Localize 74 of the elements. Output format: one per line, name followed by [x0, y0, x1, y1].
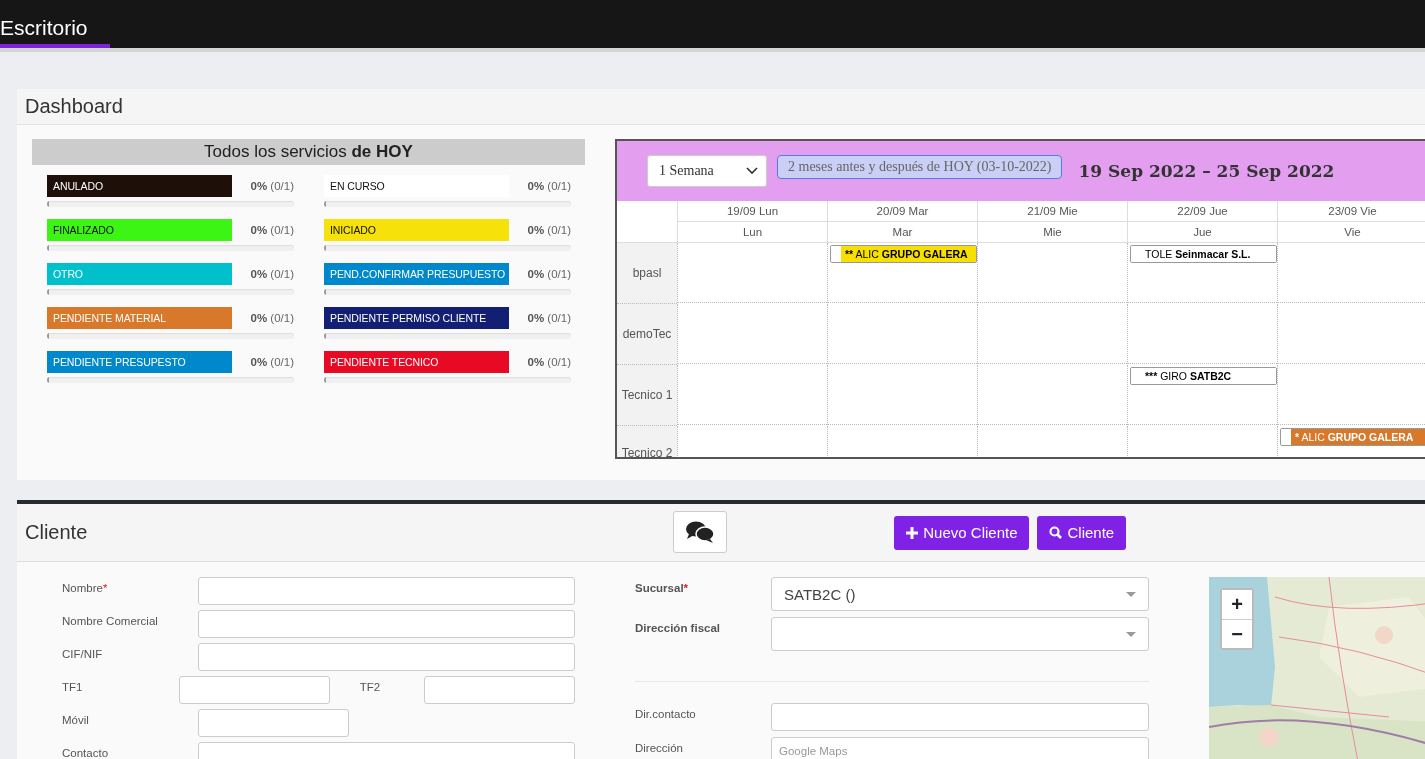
input-field[interactable]: [198, 577, 575, 605]
status-percent: 0% (0/1): [250, 268, 294, 280]
select-field[interactable]: SATB2C (): [771, 577, 1149, 611]
field-label: Dir.contacto: [635, 707, 697, 720]
day-header: 22/09 Jue: [1127, 201, 1277, 222]
field-label: Sucursal*: [635, 581, 690, 594]
status-percent: 0% (0/1): [527, 356, 571, 368]
resource-label: bpasl: [617, 243, 677, 304]
status-label: EN CURSO: [324, 175, 509, 197]
caret-icon: [746, 167, 758, 175]
input-field[interactable]: [178, 676, 330, 704]
panel-title: Dashboard: [25, 95, 123, 118]
plus-icon: [906, 526, 919, 539]
day-header: 19/09 Lun: [677, 201, 827, 222]
input-field[interactable]: [198, 709, 349, 737]
status-label: FINALIZADO: [47, 219, 232, 241]
resource-label: Tecnico 2: [617, 426, 677, 457]
day-header: 21/09 Mie: [977, 201, 1127, 222]
status-label: ANULADO: [47, 175, 232, 197]
weekday-header: Jue: [1127, 222, 1277, 243]
day-header: 23/09 Vie: [1277, 201, 1425, 222]
weekday-header: Lun: [677, 222, 827, 243]
input-field[interactable]: Google Maps: [771, 737, 1149, 759]
range-button[interactable]: 2 meses antes y después de HOY (03-10-2022): [777, 155, 1063, 179]
calendar-title: 19 Sep 2022 – 25 Sep 2022: [1078, 161, 1335, 181]
weekday-header: Vie: [1277, 222, 1425, 243]
day-header: 20/09 Mar: [827, 201, 977, 222]
status-label: PEND.CONFIRMAR PRESUPUESTO: [324, 263, 509, 285]
panel-title: Cliente: [25, 521, 88, 544]
search-client-button[interactable]: Cliente: [1037, 515, 1127, 550]
calendar-event[interactable]: *** GIRO SATB2C: [1130, 367, 1277, 385]
field-label: Móvil: [62, 713, 90, 726]
field-label: Contacto: [62, 746, 110, 759]
status-label: INICIADO: [324, 219, 509, 241]
weekday-header: Mie: [977, 222, 1127, 243]
status-percent: 0% (0/1): [250, 356, 294, 368]
field-label: Nombre Comercial: [62, 614, 159, 627]
status-percent: 0% (0/1): [527, 180, 571, 192]
search-icon: [1049, 526, 1063, 539]
caret-icon: [1126, 591, 1136, 597]
status-label: PENDIENTE PRESUPESTO: [47, 351, 232, 373]
status-label: PENDIENTE TECNICO: [324, 351, 509, 373]
status-percent: 0% (0/1): [250, 312, 294, 324]
select-field[interactable]: [771, 617, 1149, 651]
chat-button[interactable]: [673, 510, 728, 553]
weekday-header: Mar: [827, 222, 977, 243]
field-label: CIF/NIF: [62, 647, 104, 660]
field-label: TF2: [358, 680, 382, 693]
status-percent: 0% (0/1): [527, 224, 571, 236]
resource-label: Tecnico 1: [617, 365, 677, 426]
field-label: TF1: [62, 680, 84, 693]
services-header: Todos los servicios de HOY: [32, 139, 585, 165]
status-label: PENDIENTE PERMISO CLIENTE: [324, 307, 509, 329]
range-select[interactable]: 1 Semana: [647, 155, 767, 187]
calendar-event[interactable]: TOLE Seinmacar S.L.: [1130, 245, 1277, 263]
calendar-event[interactable]: ** ALIC GRUPO GALERA: [830, 245, 977, 263]
status-percent: 0% (0/1): [250, 180, 294, 192]
field-label: Nombre*: [62, 581, 109, 594]
status-label: OTRO: [47, 263, 232, 285]
status-percent: 0% (0/1): [527, 268, 571, 280]
new-client-button[interactable]: Nuevo Cliente: [894, 515, 1030, 550]
input-field[interactable]: [771, 703, 1149, 731]
zoom-out-button[interactable]: −: [1222, 619, 1252, 648]
status-label: PENDIENTE MATERIAL: [47, 307, 232, 329]
field-label: Dirección fiscal: [635, 621, 721, 634]
caret-icon: [1126, 631, 1136, 637]
chat-icon: [685, 519, 716, 544]
status-percent: 0% (0/1): [527, 312, 571, 324]
status-percent: 0% (0/1): [250, 224, 294, 236]
field-label: Dirección: [635, 741, 684, 754]
resource-label: demoTec: [617, 304, 677, 365]
input-field[interactable]: [198, 610, 575, 638]
input-field[interactable]: [198, 643, 575, 671]
input-field[interactable]: [424, 676, 575, 704]
